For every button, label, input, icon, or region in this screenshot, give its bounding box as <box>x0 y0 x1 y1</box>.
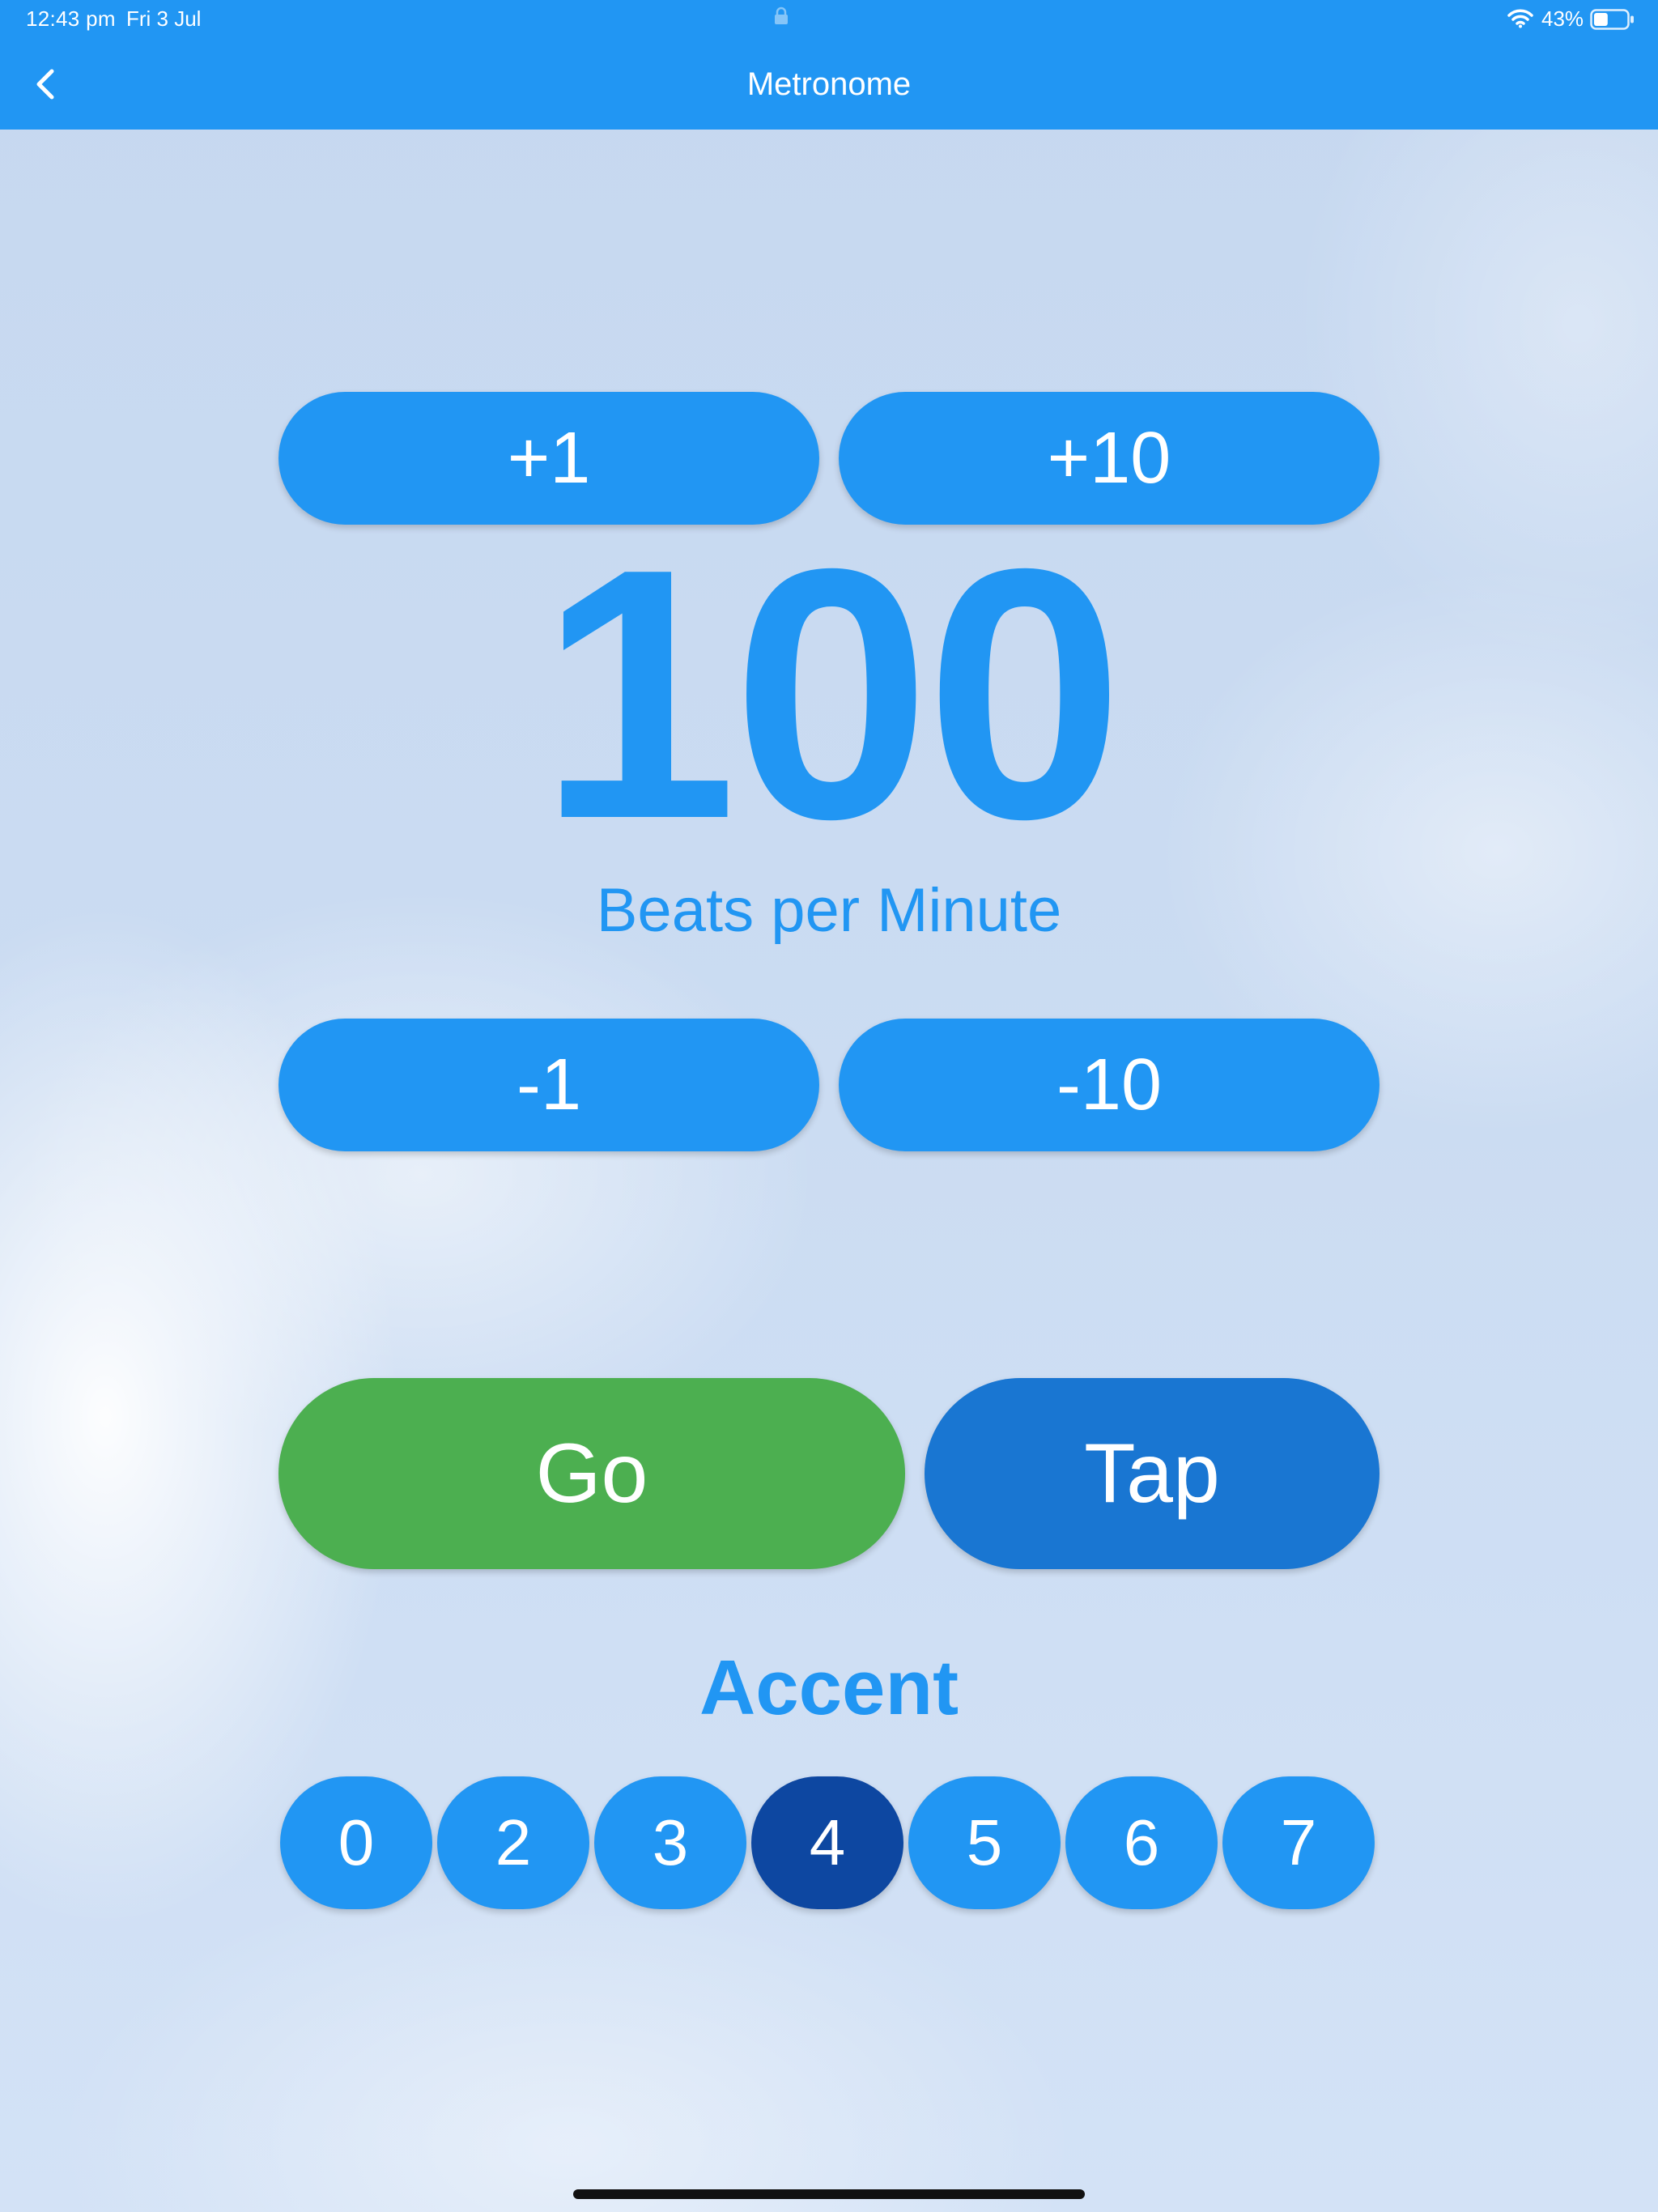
accent-option-6[interactable]: 6 <box>1065 1776 1218 1909</box>
back-button[interactable] <box>24 62 70 107</box>
minus-ten-button[interactable]: -10 <box>839 1019 1380 1151</box>
tap-label: Tap <box>1084 1426 1220 1521</box>
chevron-left-icon <box>36 69 54 100</box>
accent-option-label: 6 <box>1123 1806 1160 1878</box>
accent-option-2[interactable]: 2 <box>437 1776 589 1909</box>
nav-bar: 12:43 pm Fri 3 Jul 43% Metronome <box>0 0 1658 130</box>
home-indicator <box>573 2189 1085 2199</box>
accent-option-label: 7 <box>1280 1806 1317 1878</box>
tap-button[interactable]: Tap <box>925 1378 1380 1569</box>
accent-option-label: 2 <box>495 1806 532 1878</box>
accent-option-7[interactable]: 7 <box>1222 1776 1375 1909</box>
accent-option-4[interactable]: 4 <box>751 1776 903 1909</box>
accent-option-5[interactable]: 5 <box>908 1776 1061 1909</box>
go-label: Go <box>535 1426 648 1521</box>
accent-heading: Accent <box>699 1644 959 1731</box>
battery-icon <box>1590 9 1635 30</box>
lock-icon <box>772 6 790 26</box>
status-time: 12:43 pm <box>26 6 116 31</box>
page-title: Metronome <box>746 66 912 102</box>
accent-option-label: 3 <box>652 1806 689 1878</box>
accent-option-label: 0 <box>338 1806 375 1878</box>
accent-selector: 0 2 3 4 5 6 7 <box>280 1776 1378 1909</box>
accent-option-3[interactable]: 3 <box>594 1776 746 1909</box>
go-button[interactable]: Go <box>278 1378 905 1569</box>
wifi-icon <box>1507 9 1533 28</box>
status-date: Fri 3 Jul <box>126 6 202 31</box>
bpm-value: 100 <box>538 496 1124 893</box>
accent-option-label: 5 <box>966 1806 1003 1878</box>
accent-option-label: 4 <box>809 1806 846 1878</box>
bpm-label: Beats per Minute <box>596 876 1062 945</box>
minus-ten-label: -10 <box>1056 1044 1163 1125</box>
accent-option-0[interactable]: 0 <box>280 1776 432 1909</box>
plus-one-label: +1 <box>507 418 591 499</box>
plus-ten-label: +10 <box>1047 418 1171 499</box>
battery-percent: 43% <box>1541 6 1584 31</box>
minus-one-label: -1 <box>516 1044 582 1125</box>
minus-one-button[interactable]: -1 <box>278 1019 819 1151</box>
